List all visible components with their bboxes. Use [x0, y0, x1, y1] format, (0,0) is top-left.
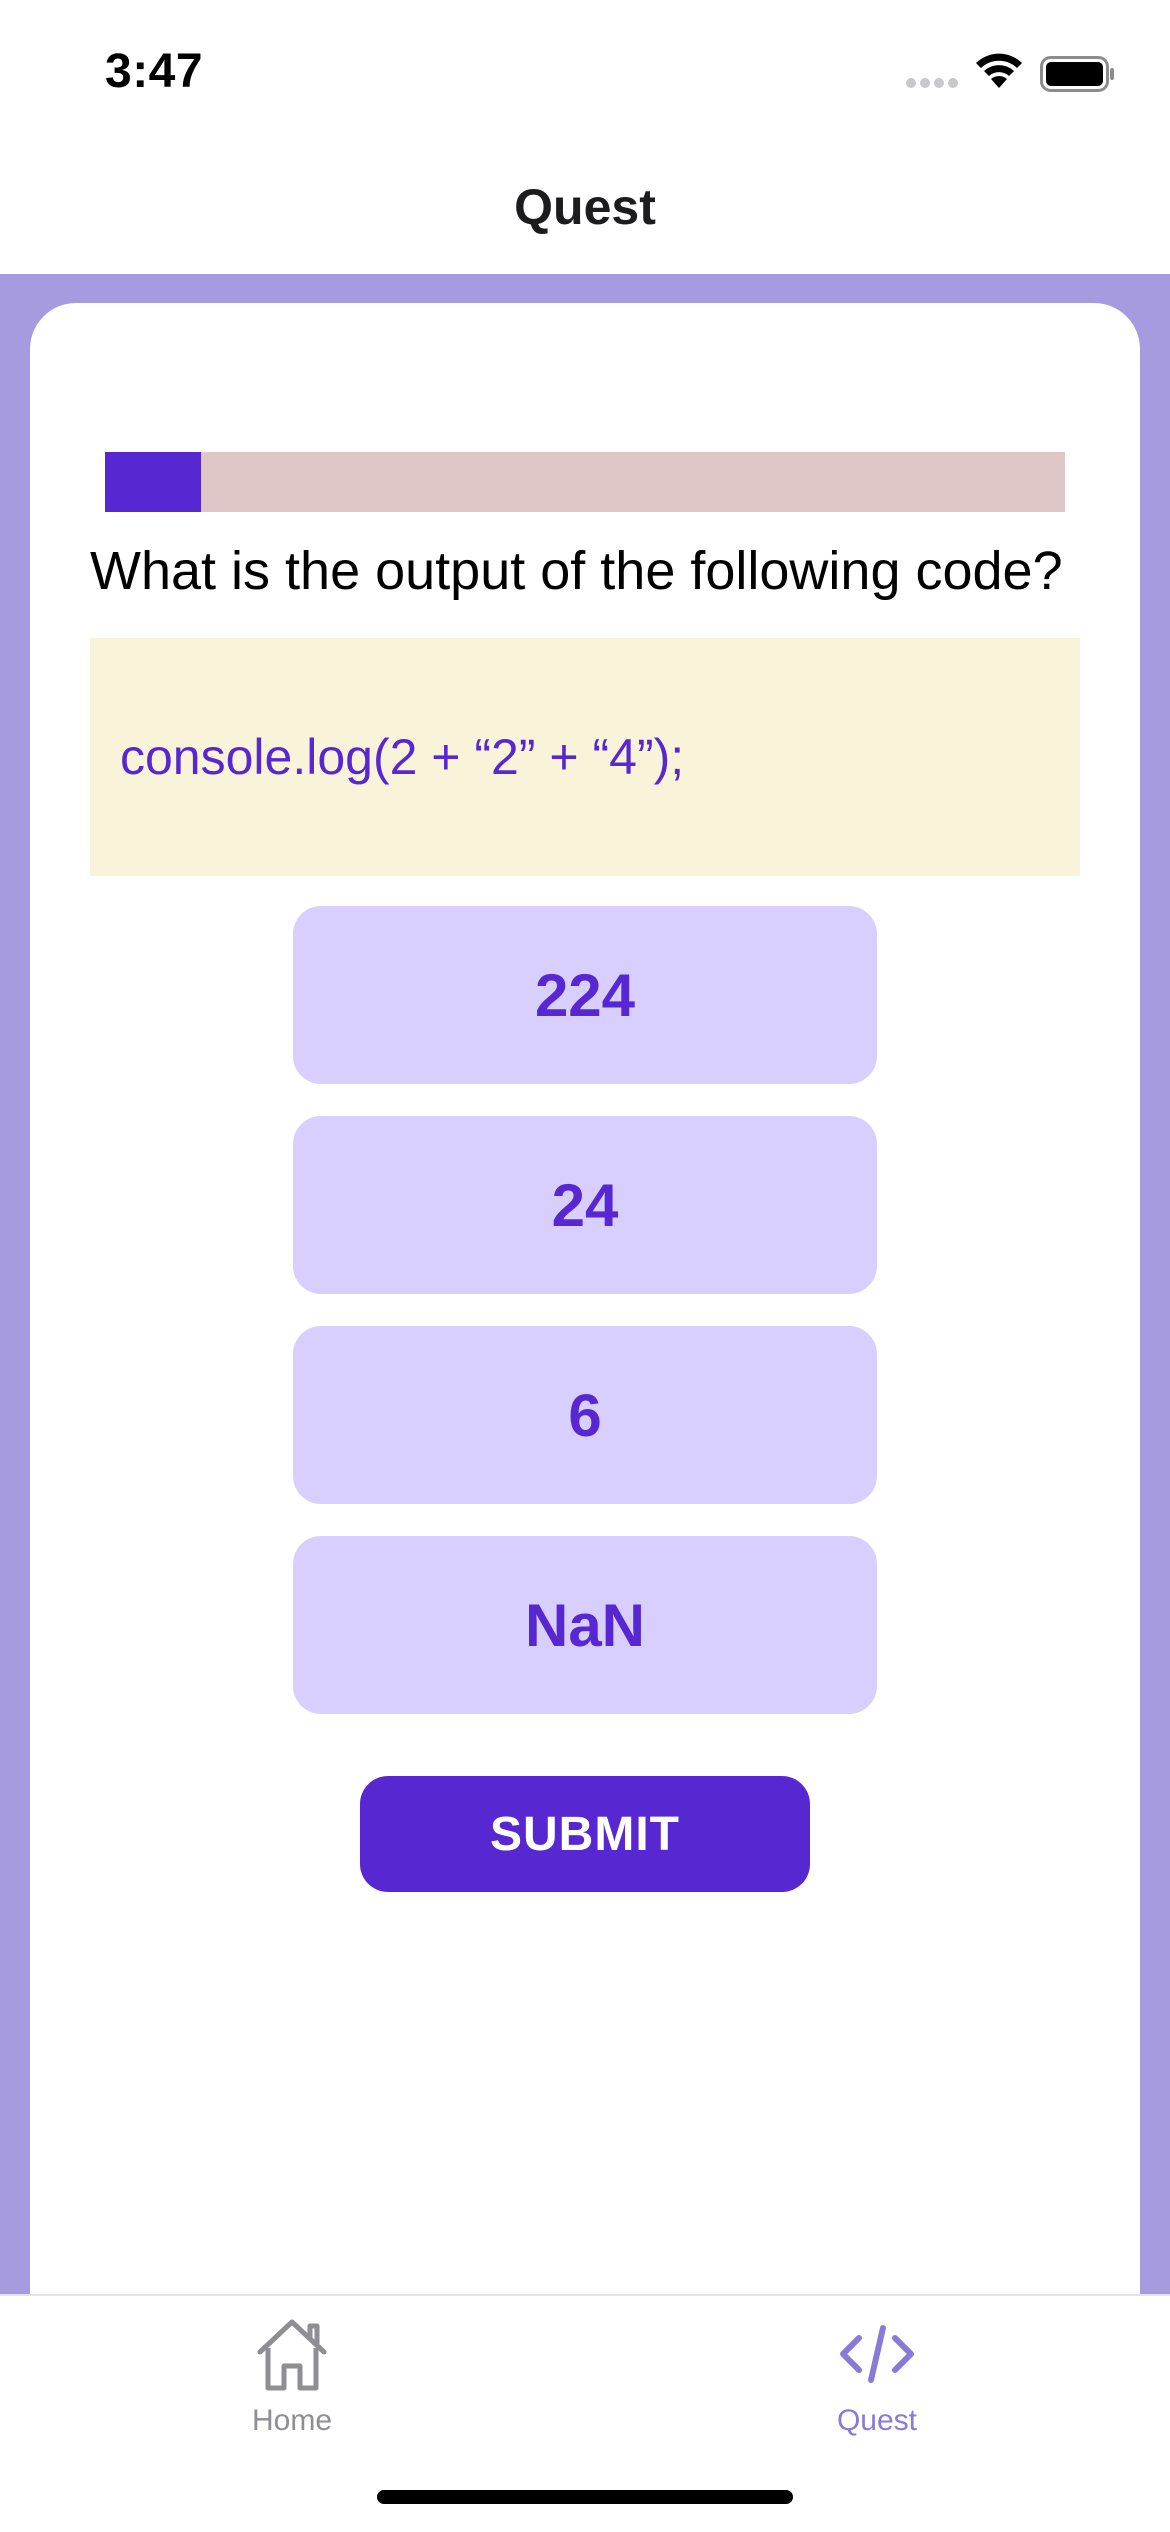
- home-indicator: [377, 2490, 793, 2504]
- wifi-icon: [976, 53, 1022, 88]
- quiz-card: [30, 303, 1140, 2323]
- tab-home-label: Home: [251, 2404, 333, 2437]
- code-snippet-box: console.log(2 + “2” + “4”);: [90, 638, 1080, 876]
- quiz-progress-bar: [105, 452, 1065, 512]
- question-text: What is the output of the following code…: [90, 541, 1063, 601]
- answer-option-6[interactable]: 6: [293, 1326, 877, 1504]
- code-snippet: console.log(2 + “2” + “4”);: [120, 729, 685, 785]
- cellular-signal-icon: [906, 78, 958, 88]
- answer-option-nan[interactable]: NaN: [293, 1536, 877, 1714]
- tab-quest-label: Quest: [836, 2404, 918, 2437]
- quiz-progress-fill: [105, 452, 201, 512]
- tab-home[interactable]: Home: [142, 2312, 442, 2462]
- status-bar: 3:47: [0, 0, 1170, 140]
- navigation-bar: Quest: [0, 140, 1170, 274]
- battery-icon: [1040, 56, 1114, 92]
- house-icon: [257, 2319, 327, 2391]
- submit-button[interactable]: SUBMIT: [360, 1776, 810, 1892]
- tab-quest[interactable]: Quest: [727, 2312, 1027, 2462]
- answer-option-224[interactable]: 224: [293, 906, 877, 1084]
- answer-option-24[interactable]: 24: [293, 1116, 877, 1294]
- page-title: Quest: [514, 179, 656, 235]
- code-icon: [840, 2325, 914, 2383]
- status-time: 3:47: [105, 45, 204, 98]
